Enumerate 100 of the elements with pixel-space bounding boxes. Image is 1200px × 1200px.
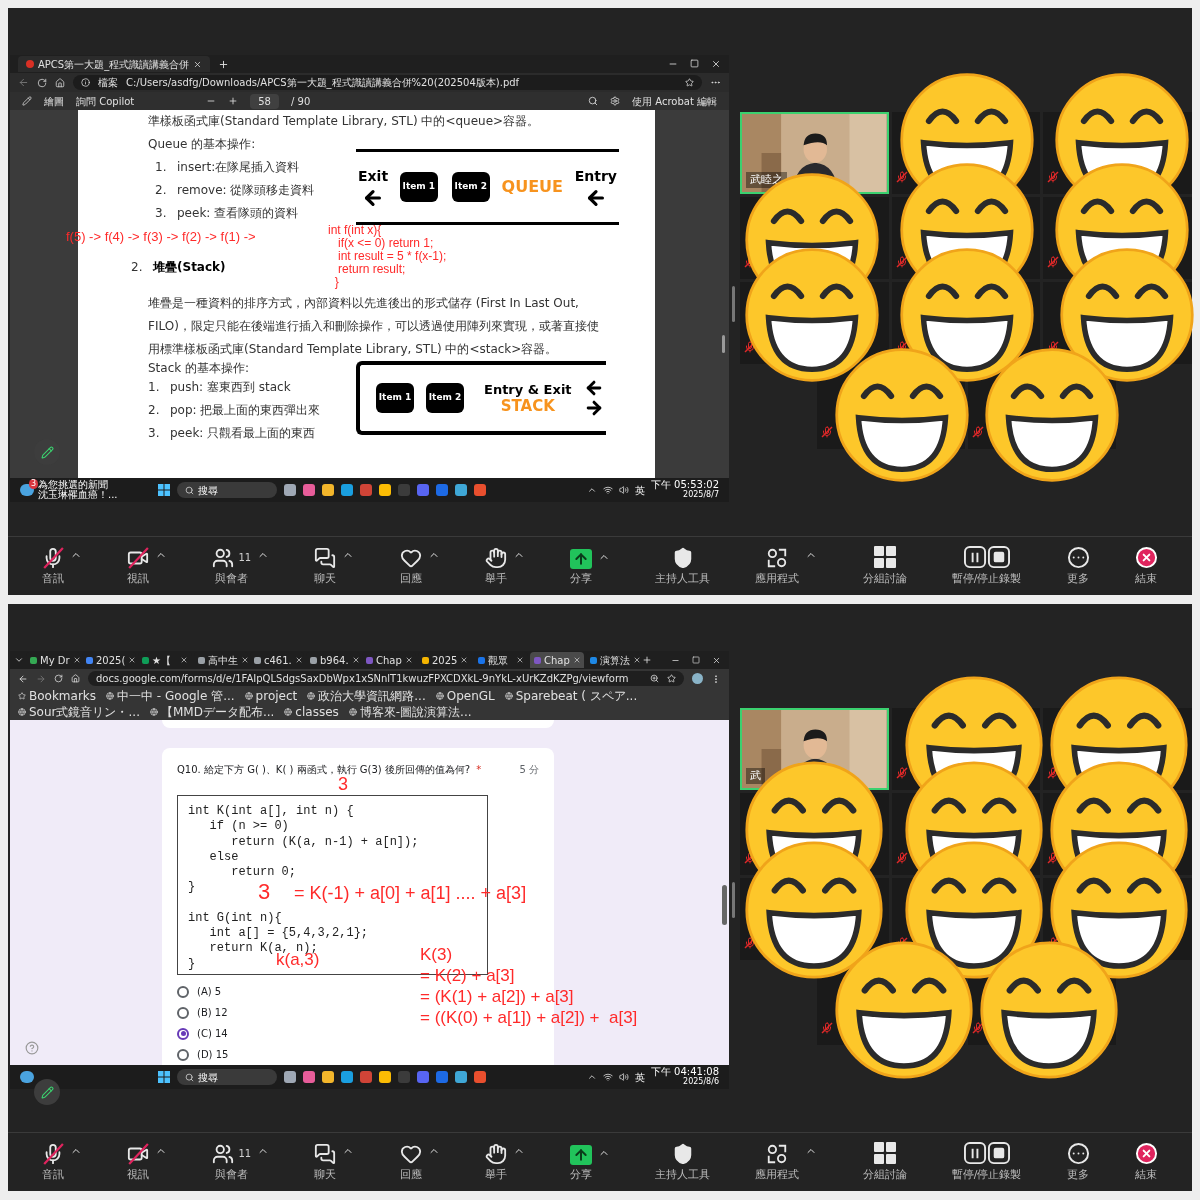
taskbar-app-icon[interactable] — [379, 484, 391, 496]
toolbar-button[interactable]: 更多 — [1066, 1141, 1090, 1183]
resize-handle[interactable] — [732, 286, 735, 322]
scrollbar[interactable] — [722, 885, 727, 925]
toolbar-button[interactable]: 回應 — [399, 1142, 422, 1183]
info-icon[interactable] — [81, 78, 90, 87]
toolbar-button[interactable]: 回應 — [399, 546, 422, 587]
tab-search-icon[interactable] — [14, 655, 24, 665]
page-number-field[interactable]: 58 — [250, 93, 279, 109]
bookmark-item[interactable]: 【MMDデータ配布... — [160, 704, 275, 720]
close-tab-icon[interactable] — [241, 656, 249, 664]
close-tab-icon[interactable] — [128, 656, 137, 664]
browser-tab[interactable]: APCS第一大題_程式識讀講義合併 — [18, 56, 211, 72]
reload-icon[interactable] — [37, 77, 47, 88]
toolbar-button[interactable]: 舉手 — [484, 1142, 507, 1183]
bookmark-item[interactable]: 中一中 - Google 管... — [117, 688, 235, 704]
bookmark-item[interactable]: classes — [295, 704, 339, 720]
close-tab-icon[interactable] — [460, 656, 469, 664]
toolbar-button[interactable]: 更多 — [1066, 545, 1090, 587]
close-tab-icon[interactable] — [516, 656, 524, 664]
close-tab-icon[interactable] — [572, 656, 581, 664]
close-icon[interactable] — [712, 655, 721, 665]
taskbar-app-icon[interactable] — [474, 1071, 486, 1083]
radio-button[interactable] — [177, 985, 189, 998]
toolbar-button[interactable]: 主持人工具 — [655, 1142, 711, 1183]
volume-icon[interactable] — [618, 1072, 629, 1082]
taskbar-app-icon[interactable] — [322, 1071, 334, 1083]
toolbar-button[interactable]: 分組討論 — [862, 544, 907, 587]
profile-avatar[interactable] — [692, 673, 703, 684]
taskbar-search-field[interactable]: 搜尋 — [177, 482, 277, 498]
resize-handle[interactable] — [732, 882, 735, 918]
radio-button[interactable] — [177, 1048, 189, 1061]
close-tab-icon[interactable] — [351, 656, 360, 664]
copilot-button[interactable]: 詢問 Copilot — [76, 93, 135, 109]
windows-start-icon[interactable] — [158, 484, 170, 496]
browser-tab[interactable]: Chap — [530, 652, 584, 668]
close-tab-icon[interactable] — [294, 656, 303, 664]
tray-caret-icon[interactable] — [586, 485, 597, 495]
taskbar-app-icon[interactable] — [455, 484, 467, 496]
close-tab-icon[interactable] — [193, 59, 203, 69]
back-icon[interactable] — [18, 673, 28, 684]
zoom-in-icon[interactable] — [228, 96, 239, 106]
home-icon[interactable] — [71, 674, 80, 683]
taskbar-app-icon[interactable] — [474, 484, 486, 496]
taskbar-app-icon[interactable] — [417, 1071, 429, 1083]
maximize-icon[interactable] — [692, 655, 700, 664]
toolbar-button[interactable]: 暫停/停止錄製 — [951, 1141, 1022, 1183]
taskbar-app-icon[interactable] — [417, 484, 429, 496]
taskbar-app-icon[interactable] — [322, 484, 334, 496]
toolbar-button[interactable]: 音訊 — [42, 1142, 64, 1183]
bookmark-item[interactable]: Bookmarks — [29, 688, 97, 704]
close-tab-icon[interactable] — [180, 656, 188, 664]
scrollbar[interactable] — [722, 335, 725, 353]
toolbar-button[interactable]: 應用程式 — [755, 1142, 800, 1183]
toolbar-button[interactable]: 分組討論 — [862, 1140, 907, 1183]
windows-start-icon[interactable] — [158, 1071, 170, 1083]
taskbar-app-icon[interactable] — [379, 1071, 391, 1083]
star-icon[interactable] — [667, 674, 676, 683]
toolbar-button[interactable]: 主持人工具 — [655, 546, 711, 587]
input-method-indicator[interactable]: 英 — [634, 482, 645, 498]
maximize-icon[interactable] — [690, 59, 699, 68]
toolbar-button[interactable]: 視訊 — [127, 546, 150, 587]
annotate-pencil-button[interactable] — [34, 1079, 60, 1105]
bookmark-item[interactable]: project — [255, 688, 298, 704]
star-icon[interactable] — [685, 78, 694, 87]
toolbar-button[interactable]: 11 與會者 — [212, 546, 252, 587]
back-icon[interactable] — [18, 77, 29, 88]
close-tab-icon[interactable] — [404, 656, 413, 664]
acrobat-edit-button[interactable]: 使用 Acrobat 編輯 — [632, 93, 717, 109]
taskbar-app-icon[interactable] — [455, 1071, 467, 1083]
close-tab-icon[interactable] — [633, 656, 641, 664]
taskbar-app-icon[interactable] — [284, 484, 296, 496]
search-icon[interactable] — [588, 96, 599, 106]
draw-tool[interactable]: 繪圖 — [44, 93, 64, 109]
toolbar-button[interactable]: 分享 — [569, 1144, 592, 1183]
bookmark-item[interactable]: OpenGL — [446, 688, 495, 704]
toolbar-button[interactable]: 聊天 — [314, 1142, 337, 1183]
taskbar-app-icon[interactable] — [341, 1071, 353, 1083]
close-icon[interactable] — [711, 59, 721, 69]
reload-icon[interactable] — [54, 674, 63, 683]
toolbar-button[interactable]: 應用程式 — [755, 546, 800, 587]
toolbar-button[interactable]: 分享 — [569, 548, 592, 587]
taskbar-app-icon[interactable] — [341, 484, 353, 496]
volume-icon[interactable] — [618, 485, 629, 495]
tray-caret-icon[interactable] — [586, 1072, 597, 1082]
toolbar-button[interactable]: 結束 — [1134, 1141, 1158, 1183]
taskbar-app-icon[interactable] — [284, 1071, 296, 1083]
toolbar-button[interactable]: 暫停/停止錄製 — [951, 545, 1022, 587]
bookmark-item[interactable]: Sparebeat ( スペア... — [515, 688, 638, 704]
taskbar-search-field[interactable]: 搜尋 — [177, 1069, 277, 1085]
taskbar-app-icon[interactable] — [303, 1071, 315, 1083]
toolbar-button[interactable]: 11 與會者 — [212, 1142, 252, 1183]
taskbar-app-icon[interactable] — [303, 484, 315, 496]
input-method-indicator[interactable]: 英 — [634, 1069, 645, 1085]
zoom-icon[interactable] — [650, 674, 659, 683]
home-icon[interactable] — [55, 77, 65, 88]
new-tab-icon[interactable] — [218, 58, 230, 70]
taskbar-app-icon[interactable] — [360, 484, 372, 496]
address-bar[interactable]: docs.google.com/forms/d/e/1FAIpQLSdgsSaxDbWpx1xSNnlT1kwuzFPXCDXkL-9nYkL-xUrKZdKZPg/viewform — [88, 671, 684, 686]
radio-button[interactable] — [177, 1027, 189, 1040]
